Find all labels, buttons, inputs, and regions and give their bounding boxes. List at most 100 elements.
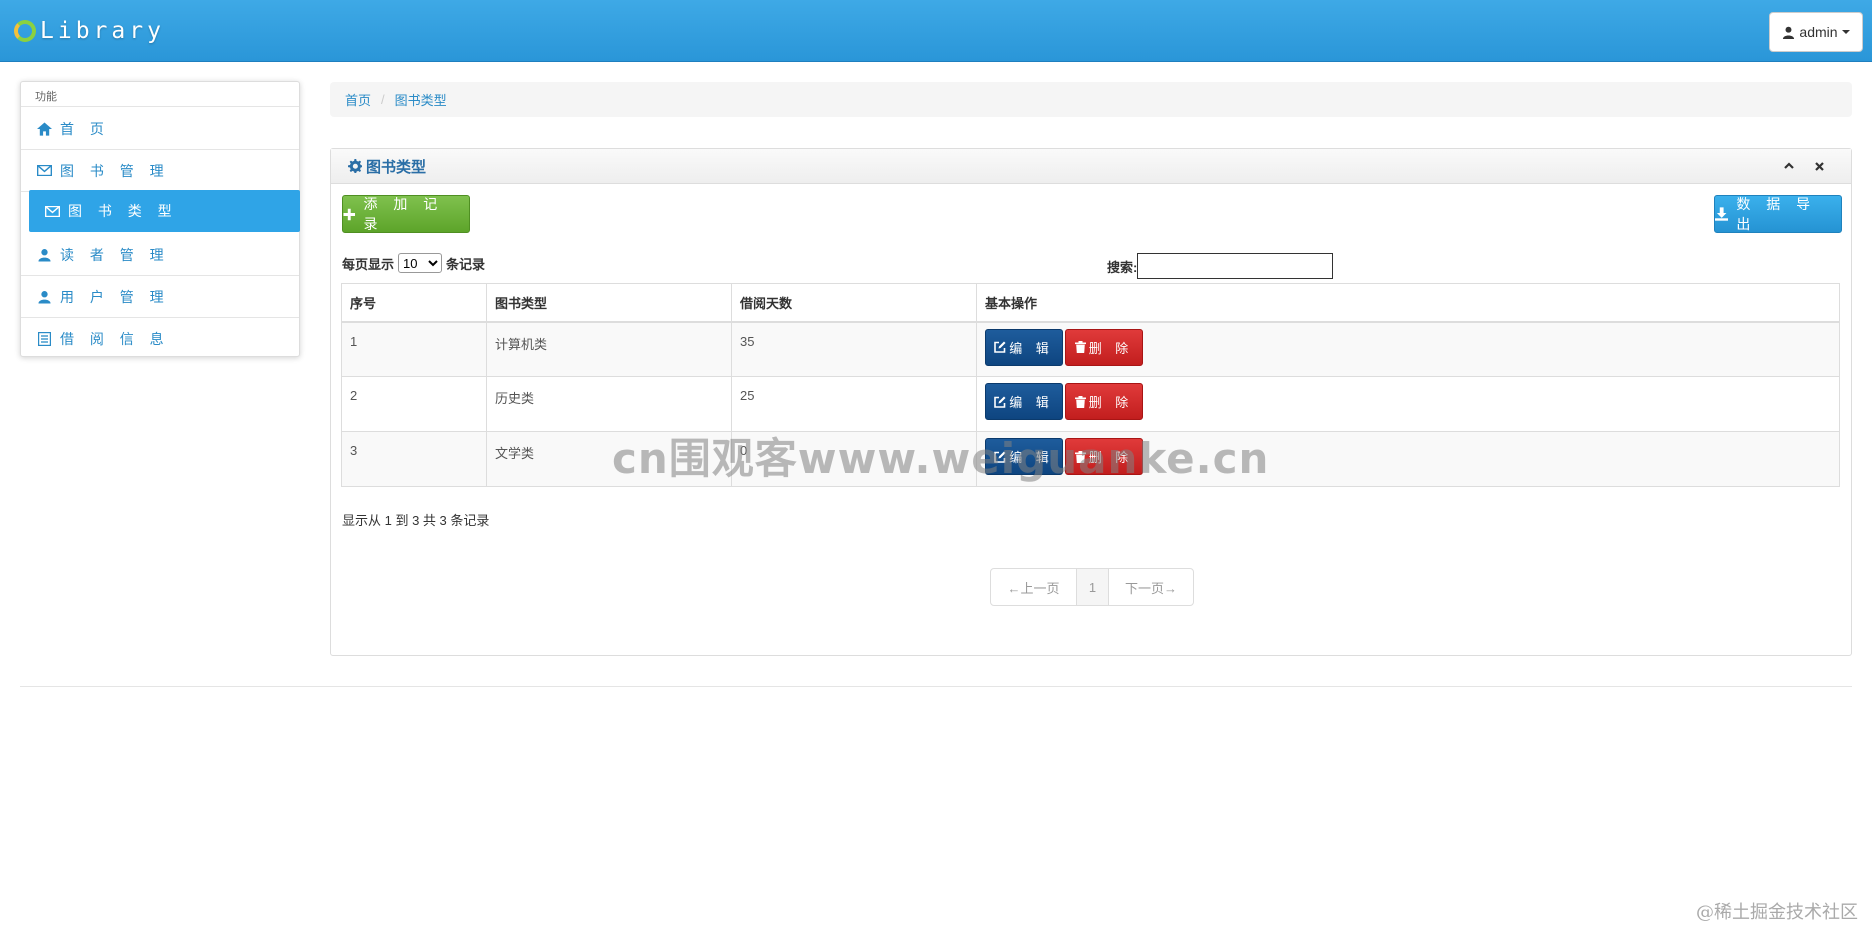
edit-label: 编 辑: [1009, 395, 1054, 410]
home-icon: [36, 121, 52, 137]
close-icon: [1814, 161, 1824, 171]
brand[interactable]: Library: [14, 14, 165, 48]
page-length-select[interactable]: 10: [398, 253, 443, 273]
delete-button[interactable]: 删 除: [1065, 438, 1143, 475]
envelope-icon: [36, 163, 52, 179]
list-icon: [36, 331, 52, 347]
sidebar-item-label: 读 者 管 理: [60, 246, 170, 263]
search-label: 搜索:: [1107, 259, 1138, 275]
sidebar-item-label: 用 户 管 理: [60, 288, 170, 305]
envelope-icon: [44, 203, 60, 219]
edit-button[interactable]: 编 辑: [985, 328, 1063, 366]
table-info: 显示从 1 到 3 共 3 条记录: [342, 513, 490, 528]
sidebar-item-label: 图 书 管 理: [60, 162, 170, 179]
cell-days: 35: [731, 321, 977, 377]
cell-actions: 编 辑删 除: [976, 321, 1840, 377]
sidebar-item-home[interactable]: 首 页: [21, 108, 299, 150]
cell-days: 25: [731, 376, 977, 432]
page-length-suffix: 条记录: [446, 256, 486, 272]
page-length-control: 每页显示 10 条记录: [342, 253, 485, 273]
trash-icon: [1074, 341, 1086, 353]
column-header-days[interactable]: 借阅天数: [731, 283, 977, 323]
user-icon: [1783, 26, 1795, 39]
add-record-label: 添 加 记 录: [363, 196, 444, 232]
column-header-actions: 基本操作: [976, 283, 1840, 323]
export-data-button[interactable]: 数 据 导 出: [1714, 195, 1842, 233]
book-type-table: 序号 图书类型 借阅天数 基本操作 1 计算机类 35 编 辑删 除 2 历史类…: [341, 283, 1840, 487]
cell-id: 3: [341, 431, 487, 487]
export-data-label: 数 据 导 出: [1736, 196, 1817, 232]
sidebar-item-label: 图 书 类 型: [68, 203, 178, 219]
page-length-prefix: 每页显示: [342, 256, 395, 272]
cell-actions: 编 辑删 除: [976, 376, 1840, 432]
table-row: 2 历史类 25 编 辑 删 除: [341, 376, 1840, 432]
cell-days: 0: [731, 431, 977, 487]
book-type-panel: 图书类型 添 加 记 录 数 据 导 出 每页显示 10 条记录 搜索: 序号 …: [330, 148, 1852, 656]
panel-title-text: 图书类型: [366, 158, 427, 176]
user-icon: [36, 247, 52, 263]
edit-label: 编 辑: [1009, 340, 1054, 356]
sidebar-header: 功能: [21, 82, 299, 107]
download-icon: [1715, 207, 1729, 221]
add-record-button[interactable]: 添 加 记 录: [342, 195, 470, 233]
cell-id: 2: [341, 376, 487, 432]
trash-icon: [1074, 450, 1086, 463]
breadcrumb-separator: /: [381, 92, 385, 107]
search-control: 搜索:: [1107, 253, 1334, 279]
column-header-type[interactable]: 图书类型: [486, 283, 732, 323]
breadcrumb-home-link[interactable]: 首页: [345, 90, 371, 109]
plus-icon: [343, 208, 356, 220]
pagination: ←上一页 1 下一页→: [990, 568, 1194, 606]
trash-icon: [1074, 395, 1086, 408]
user-icon: [36, 289, 52, 305]
collapse-button[interactable]: [1779, 156, 1799, 176]
sidebar-item-user-management[interactable]: 用 户 管 理: [21, 276, 299, 318]
chevron-up-icon: [1784, 162, 1794, 169]
cell-actions: 编 辑删 除: [976, 431, 1840, 487]
sidebar-item-book-type[interactable]: 图 书 类 型: [29, 190, 300, 232]
panel-title: 图书类型: [348, 156, 426, 177]
footer-divider: [20, 686, 1852, 687]
cell-type: 文学类: [486, 431, 732, 487]
search-input[interactable]: [1137, 253, 1334, 279]
table-row: 1 计算机类 35 编 辑 删 除: [341, 321, 1840, 377]
gear-icon: [348, 159, 362, 173]
sidebar: 功能 首 页 图 书 管 理 图 书 类 型 读 者 管 理 用 户 管 理 借…: [20, 81, 300, 357]
edit-icon: [994, 396, 1006, 408]
next-page-button[interactable]: 下一页→: [1109, 569, 1193, 605]
edit-button[interactable]: 编 辑: [985, 438, 1063, 475]
delete-button[interactable]: 删 除: [1065, 328, 1143, 366]
edit-label: 编 辑: [1009, 450, 1054, 465]
sidebar-item-reader-management[interactable]: 读 者 管 理: [21, 234, 299, 276]
brand-name: Library: [40, 18, 165, 44]
edit-icon: [994, 451, 1006, 463]
sidebar-item-label: 首 页: [60, 120, 110, 137]
sidebar-item-book-management[interactable]: 图 书 管 理: [21, 150, 299, 192]
breadcrumb-current[interactable]: 图书类型: [395, 90, 447, 109]
sidebar-item-label: 借 阅 信 息: [60, 331, 170, 347]
cell-id: 1: [341, 321, 487, 377]
column-header-id[interactable]: 序号: [341, 283, 487, 323]
cell-type: 计算机类: [486, 321, 732, 377]
prev-page-button[interactable]: ←上一页: [991, 569, 1077, 605]
breadcrumb: 首页 / 图书类型: [330, 82, 1852, 117]
panel-header: 图书类型: [331, 149, 1851, 184]
close-button[interactable]: [1809, 156, 1829, 176]
caret-down-icon: [1841, 30, 1850, 34]
footer-watermark: @稀土掘金技术社区: [1696, 902, 1858, 923]
edit-button[interactable]: 编 辑: [985, 383, 1063, 420]
delete-label: 删 除: [1088, 395, 1134, 410]
sidebar-item-borrow-info[interactable]: 借 阅 信 息: [21, 318, 299, 360]
table-header-row: 序号 图书类型 借阅天数 基本操作: [341, 283, 1840, 323]
edit-icon: [994, 341, 1006, 353]
cell-type: 历史类: [486, 376, 732, 432]
delete-button[interactable]: 删 除: [1065, 383, 1143, 420]
logo-icon: [14, 20, 36, 42]
user-menu-button[interactable]: admin: [1769, 12, 1863, 52]
delete-label: 删 除: [1088, 340, 1134, 356]
top-navbar: Library admin: [0, 0, 1872, 62]
page-number-button[interactable]: 1: [1077, 569, 1109, 605]
table-row: 3 文学类 0 编 辑 删 除: [341, 431, 1840, 487]
username: admin: [1799, 24, 1838, 40]
delete-label: 删 除: [1088, 450, 1134, 465]
